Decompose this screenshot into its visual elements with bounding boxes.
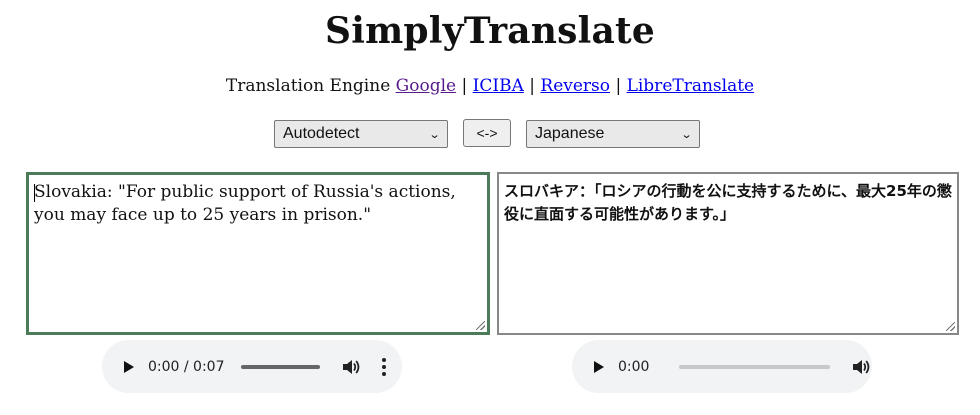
source-text-input[interactable]: Slovakia: "For public support of Russia'… [26, 172, 490, 335]
resize-handle-icon[interactable] [946, 322, 955, 331]
volume-icon[interactable] [852, 359, 870, 375]
play-icon[interactable] [124, 360, 134, 373]
translated-text-value: スロバキア：「ロシアの行動を公に支持するために、最大25年の懲役に直面する可能性… [504, 182, 952, 223]
source-language-value: Autodetect [283, 125, 360, 142]
volume-icon[interactable] [342, 359, 360, 375]
target-language-select[interactable]: Japanese ⌄ [526, 120, 700, 148]
language-controls: Autodetect ⌄ <-> Japanese ⌄ [0, 118, 980, 150]
audio-progress-slider[interactable] [679, 364, 831, 369]
engine-link-google[interactable]: Google [396, 76, 456, 96]
page-title: SimplyTranslate [325, 10, 655, 52]
engine-link-iciba[interactable]: ICIBA [473, 76, 524, 96]
play-icon[interactable] [594, 360, 604, 373]
chevron-down-icon: ⌄ [680, 128, 693, 141]
more-options-icon[interactable] [381, 357, 386, 376]
target-audio-player: 0:00 [572, 340, 872, 393]
source-text-value: Slovakia: "For public support of Russia'… [34, 182, 456, 225]
source-audio-player: 0:00 / 0:07 [102, 340, 402, 393]
engine-link-libretranslate[interactable]: LibreTranslate [627, 76, 755, 96]
engine-link-reverso[interactable]: Reverso [540, 76, 610, 96]
resize-handle-icon[interactable] [476, 321, 485, 330]
audio-time: 0:00 [618, 358, 650, 375]
engine-separator: | [461, 76, 468, 96]
engine-selector: Translation Engine Google | ICIBA | Reve… [0, 74, 980, 98]
swap-languages-button[interactable]: <-> [463, 119, 511, 147]
engine-label: Translation Engine [225, 76, 391, 96]
engine-separator: | [615, 76, 622, 96]
audio-progress-slider[interactable] [240, 364, 320, 369]
engine-separator: | [529, 76, 535, 96]
audio-time: 0:00 / 0:07 [148, 358, 225, 375]
target-language-value: Japanese [535, 125, 605, 142]
source-language-select[interactable]: Autodetect ⌄ [274, 120, 448, 148]
chevron-down-icon: ⌄ [428, 128, 441, 141]
translated-text-output[interactable]: スロバキア：「ロシアの行動を公に支持するために、最大25年の懲役に直面する可能性… [497, 172, 959, 335]
